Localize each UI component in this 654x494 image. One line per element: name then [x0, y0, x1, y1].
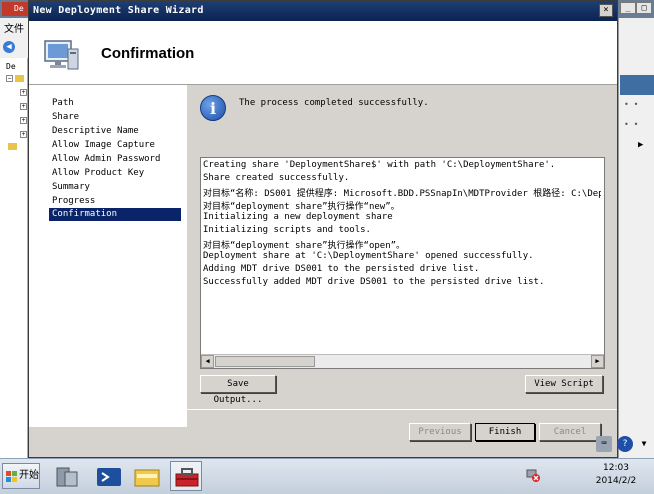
log-line: 对目标“deployment share”执行操作“open”。 [203, 241, 406, 251]
log-line: Successfully added MDT drive DS001 to th… [203, 277, 545, 287]
wizard-content: i The process completed successfully. Cr… [187, 85, 617, 409]
save-output-button[interactable]: Save Output... [200, 375, 276, 405]
back-arrow-icon[interactable]: ◀ [3, 41, 15, 53]
log-line: Initializing a new deployment share [203, 212, 393, 222]
taskbar: 开始 12:03 2014/2/2 [0, 458, 654, 494]
clock[interactable]: 12:03 2014/2/2 [586, 462, 646, 488]
network-error-icon[interactable] [526, 468, 540, 482]
page-title: Confirmation [101, 45, 195, 62]
view-script-button[interactable]: View Script [525, 375, 603, 393]
explorer-icon[interactable] [130, 461, 162, 491]
actions-item[interactable]: • • [624, 120, 638, 129]
start-button[interactable]: 开始 [2, 463, 40, 489]
step-confirmation: Confirmation [49, 208, 181, 221]
windows-logo-icon [6, 471, 17, 482]
clock-time: 12:03 [603, 463, 629, 473]
scroll-right-icon[interactable]: ▶ [591, 355, 604, 368]
previous-button[interactable]: Previous [409, 423, 471, 441]
keyboard-icon[interactable]: ⌨ [596, 436, 612, 452]
step-summary: Summary [52, 182, 90, 192]
output-log[interactable]: Creating share 'DeploymentShare$' with p… [200, 157, 605, 369]
powershell-icon[interactable] [92, 461, 124, 491]
dropdown-icon[interactable]: ▼ [636, 436, 652, 452]
log-line: 对目标“deployment share”执行操作“new”。 [203, 202, 400, 212]
horizontal-scrollbar[interactable]: ◀ ▶ [201, 354, 604, 368]
close-button[interactable]: × [599, 4, 613, 17]
new-deployment-share-wizard: New Deployment Share Wizard × Confirmati… [28, 0, 618, 458]
log-line: Initializing scripts and tools. [203, 225, 371, 235]
folder-icon [15, 75, 24, 82]
server-manager-icon[interactable] [50, 461, 82, 491]
cancel-button[interactable]: Cancel [539, 423, 601, 441]
tree-item[interactable] [6, 142, 26, 154]
wizard-title-bar: New Deployment Share Wizard × [29, 1, 617, 21]
wizard-header: Confirmation [29, 21, 617, 85]
scroll-left-icon[interactable]: ◀ [201, 355, 214, 368]
help-icon[interactable]: ? [617, 436, 633, 452]
background-toolbar: ◀ [0, 38, 28, 56]
wizard-title: New Deployment Share Wizard [33, 5, 204, 16]
log-line: Share created successfully. [203, 173, 350, 183]
log-line: Adding MDT drive DS001 to the persisted … [203, 264, 480, 274]
step-path: Path [52, 98, 74, 108]
step-allow-image-capture: Allow Image Capture [52, 140, 155, 150]
log-line: 对目标“名称: DS001 提供程序: Microsoft.BDD.PSSnap… [203, 189, 601, 199]
info-icon: i [200, 95, 226, 121]
step-allow-admin-password: Allow Admin Password [52, 154, 161, 164]
finish-button[interactable]: Finish [475, 423, 535, 441]
actions-item[interactable]: • • [624, 100, 638, 109]
step-share: Share [52, 112, 80, 122]
background-title: De [2, 2, 28, 16]
step-allow-product-key: Allow Product Key [52, 168, 145, 178]
log-line: Creating share 'DeploymentShare$' with p… [203, 160, 556, 170]
log-line: Deployment share at 'C:\DeploymentShare'… [203, 251, 534, 261]
minimize-button[interactable]: _ [620, 2, 636, 14]
step-descriptive-name: Descriptive Name [52, 126, 139, 136]
computer-icon [44, 40, 79, 70]
expand-arrow-icon[interactable]: ▶ [638, 140, 643, 150]
clock-date: 2014/2/2 [595, 476, 637, 486]
toolbox-icon[interactable] [170, 461, 202, 491]
tree-item[interactable]: − [6, 74, 26, 86]
scroll-thumb[interactable] [215, 356, 315, 367]
maximize-button[interactable]: □ [636, 2, 652, 14]
folder-icon [8, 143, 17, 150]
start-label: 开始 [19, 470, 39, 481]
system-tray: 12:03 2014/2/2 [520, 459, 654, 494]
status-message: The process completed successfully. [239, 98, 429, 108]
footer-divider [29, 409, 617, 410]
background-tree: De − + + + + [0, 58, 28, 458]
step-progress: Progress [52, 196, 96, 206]
menu-file[interactable]: 文件 [0, 18, 28, 36]
actions-header [620, 75, 654, 95]
tree-root[interactable]: De [6, 62, 26, 74]
wizard-step-list: Path Share Descriptive Name Allow Image … [29, 85, 187, 427]
